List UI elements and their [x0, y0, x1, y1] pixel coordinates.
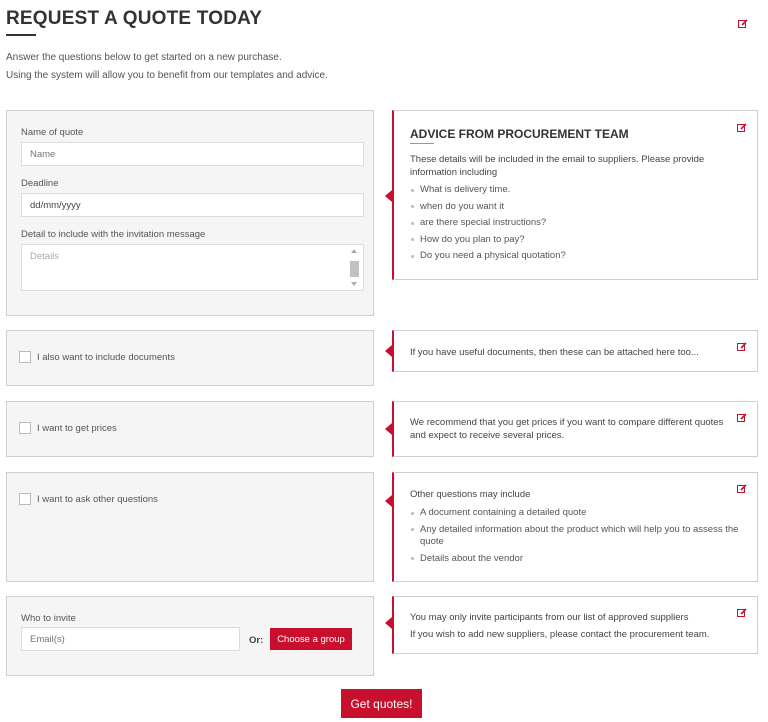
questions-list: A document containing a detailed quote A… — [410, 507, 750, 569]
quote-name-input[interactable] — [21, 142, 364, 166]
scroll-thumb[interactable] — [350, 261, 359, 277]
questions-advice-text: Other questions may include — [410, 489, 531, 500]
prices-checkbox-label: I want to get prices — [37, 422, 117, 434]
advice-title: ADVICE FROM PROCUREMENT TEAM — [410, 127, 629, 141]
deadline-label: Deadline — [21, 178, 59, 189]
invite-advice-panel: You may only invite participants from ou… — [385, 596, 758, 654]
pointer-arrow-icon — [385, 423, 392, 435]
prices-option[interactable]: I want to get prices — [19, 422, 117, 434]
get-quotes-button[interactable]: Get quotes! — [341, 689, 422, 718]
pointer-arrow-icon — [385, 617, 392, 629]
edit-icon[interactable] — [737, 608, 747, 618]
edit-icon[interactable] — [737, 484, 747, 494]
prices-panel: I want to get prices — [6, 401, 374, 457]
list-item: when do you want it — [410, 201, 566, 214]
documents-option[interactable]: I also want to include documents — [19, 351, 175, 363]
intro-text-line-2: Using the system will allow you to benef… — [6, 70, 328, 81]
list-item: Details about the vendor — [410, 553, 750, 566]
edit-icon[interactable] — [737, 342, 747, 352]
list-item: A document containing a detailed quote — [410, 507, 750, 520]
title-underline — [6, 34, 36, 36]
pointer-arrow-icon — [385, 345, 392, 357]
questions-option[interactable]: I want to ask other questions — [19, 493, 158, 505]
documents-checkbox[interactable] — [19, 351, 31, 363]
questions-panel: I want to ask other questions — [6, 472, 374, 582]
page-title: REQUEST A QUOTE TODAY — [6, 8, 263, 29]
advice-list: What is delivery time. when do you want … — [410, 184, 566, 267]
prices-checkbox[interactable] — [19, 422, 31, 434]
advice-procurement-panel: ADVICE FROM PROCUREMENT TEAM These detai… — [385, 110, 758, 280]
email-input[interactable] — [21, 627, 240, 651]
advice-title-underline — [410, 143, 434, 144]
intro-text-line-1: Answer the questions below to get starte… — [6, 52, 282, 63]
quote-details-panel: Name of quote Deadline dd/mm/yyyy Detail… — [6, 110, 374, 316]
or-label: Or: — [249, 635, 264, 646]
list-item: are there special instructions? — [410, 217, 566, 230]
scroll-up-arrow-icon[interactable] — [351, 249, 357, 253]
documents-panel: I also want to include documents — [6, 330, 374, 386]
documents-checkbox-label: I also want to include documents — [37, 351, 175, 363]
documents-advice-panel: If you have useful documents, then these… — [385, 330, 758, 372]
choose-group-button[interactable]: Choose a group — [270, 628, 352, 650]
textarea-scrollbar[interactable] — [350, 247, 359, 288]
questions-checkbox-label: I want to ask other questions — [37, 493, 158, 505]
list-item: Do you need a physical quotation? — [410, 250, 566, 263]
invite-advice-line-2: If you wish to add new suppliers, please… — [410, 629, 710, 640]
deadline-input[interactable]: dd/mm/yyyy — [21, 193, 364, 217]
advice-text: These details will be included in the em… — [410, 154, 705, 178]
invite-label: Who to invite — [21, 613, 76, 624]
quote-name-label: Name of quote — [21, 127, 84, 138]
list-item: How do you plan to pay? — [410, 234, 566, 247]
edit-icon[interactable] — [738, 19, 748, 29]
pointer-arrow-icon — [385, 190, 392, 202]
prices-advice-panel: We recommend that you get prices if you … — [385, 401, 758, 457]
detail-textarea[interactable]: Details — [21, 244, 364, 291]
invite-panel: Who to invite Or: Choose a group — [6, 596, 374, 676]
pointer-arrow-icon — [385, 495, 392, 507]
detail-label: Detail to include with the invitation me… — [21, 229, 206, 240]
edit-icon[interactable] — [737, 413, 747, 423]
list-item: Any detailed information about the produ… — [410, 524, 750, 549]
list-item: What is delivery time. — [410, 184, 566, 197]
scroll-down-arrow-icon[interactable] — [351, 282, 357, 286]
prices-advice-text: We recommend that you get prices if you … — [410, 417, 724, 441]
questions-checkbox[interactable] — [19, 493, 31, 505]
edit-icon[interactable] — [737, 123, 747, 133]
invite-advice-line-1: You may only invite participants from ou… — [410, 612, 689, 623]
detail-placeholder: Details — [30, 251, 60, 262]
questions-advice-panel: Other questions may include A document c… — [385, 472, 758, 582]
documents-advice-text: If you have useful documents, then these… — [410, 347, 699, 358]
